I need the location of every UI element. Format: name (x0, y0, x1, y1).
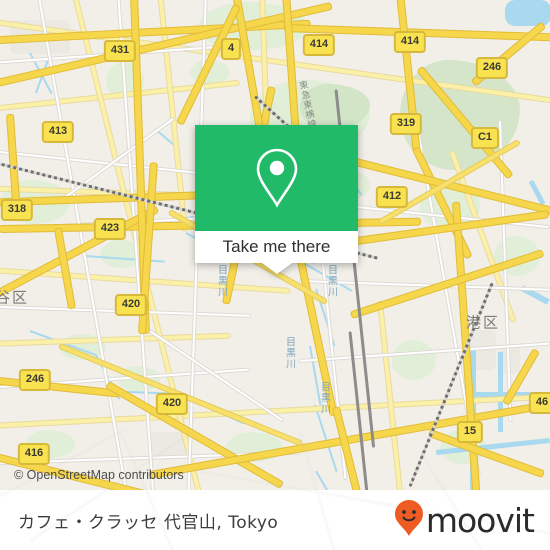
route-shield: 246 (475, 57, 509, 79)
footer-bar: カフェ・クラッセ 代官山, Tokyo moovit (0, 430, 550, 550)
water-body (498, 352, 503, 432)
moovit-wordmark: moovit (425, 500, 535, 540)
take-me-there-label: Take me there (222, 237, 331, 256)
road-motorway (55, 228, 75, 309)
route-shield: 423 (93, 218, 127, 240)
osm-attribution[interactable]: © OpenStreetMap contributors (14, 468, 184, 482)
popup-icon-area (195, 125, 358, 231)
river-label: 目黒川 (325, 264, 337, 298)
place-title: カフェ・クラッセ 代官山, Tokyo (18, 512, 279, 533)
river-label: 目黒川 (283, 336, 295, 370)
map-pin-icon (254, 147, 300, 209)
route-shield: 416 (17, 443, 51, 465)
moovit-smiley-pin-icon (394, 499, 424, 542)
route-shield: 420 (155, 393, 189, 415)
river-label: 目黒川 (215, 264, 227, 298)
district-label: 港区 (465, 313, 501, 332)
popup-pointer-tail (261, 263, 292, 274)
screenshot-root: 谷区 港区 目黒川 目黒川 目黒川 目黒川 東急東横線 431 4 414 41… (0, 0, 550, 550)
route-shield: 46 (528, 392, 550, 414)
road-primary (378, 301, 403, 490)
route-shield: 4 (220, 38, 242, 60)
river-label: 目黒川 (318, 381, 330, 415)
route-shield: 319 (389, 113, 423, 135)
route-shield: 413 (41, 121, 75, 143)
route-shield: C1 (470, 127, 500, 149)
route-shield: 414 (393, 31, 427, 53)
route-shield: 412 (375, 186, 409, 208)
park-area (392, 340, 436, 380)
route-shield: 420 (114, 294, 148, 316)
river (315, 470, 332, 490)
water-body (528, 179, 546, 206)
route-shield: 431 (103, 40, 137, 62)
route-shield: 414 (302, 34, 336, 56)
district-label: 谷区 (0, 288, 30, 307)
route-shield: 318 (0, 199, 34, 221)
water-body (505, 0, 550, 26)
road-primary (0, 333, 230, 346)
residential-block (500, 344, 520, 374)
route-shield: 15 (456, 421, 484, 443)
moovit-logo[interactable]: moovit (394, 499, 535, 542)
map-popup-card[interactable]: Take me there (195, 125, 358, 274)
route-shield: 246 (18, 369, 52, 391)
popup-action-bar[interactable]: Take me there (195, 231, 358, 263)
